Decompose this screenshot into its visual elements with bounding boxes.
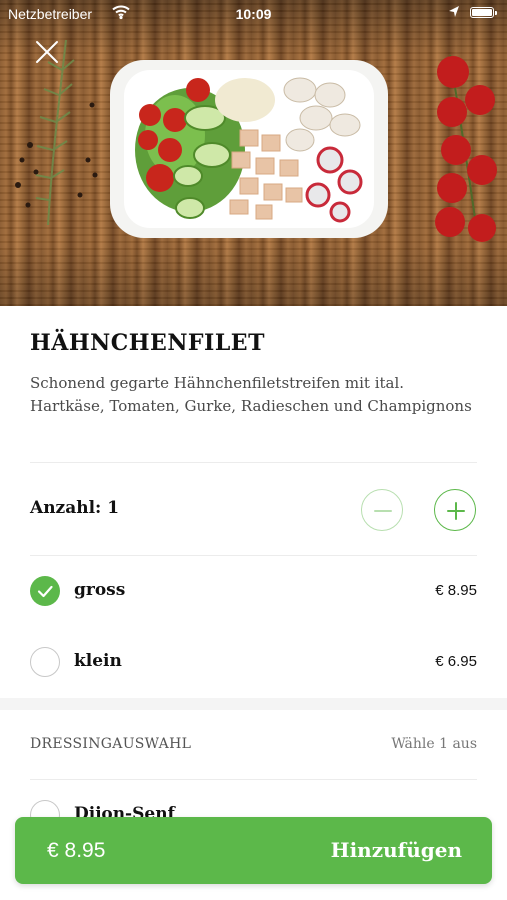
- status-bar: Netzbetreiber 10:09: [0, 0, 507, 28]
- close-icon: [36, 41, 58, 63]
- plus-icon: [447, 502, 465, 520]
- section-separator: [0, 698, 507, 710]
- size-option-klein[interactable]: klein € 6.95: [30, 642, 477, 682]
- salad-illustration: [15, 39, 497, 242]
- product-title: HÄHNCHENFILET: [30, 330, 265, 356]
- product-description: Schonend gegarte Hähnchenfiletstreifen m…: [30, 374, 472, 415]
- location-arrow-icon: [448, 5, 460, 22]
- divider: [30, 462, 477, 463]
- size-option-label: klein: [74, 651, 122, 671]
- increase-quantity-button[interactable]: [434, 489, 476, 531]
- radio-unchecked[interactable]: [30, 647, 60, 677]
- check-icon: [37, 585, 53, 598]
- dressing-section-hint: Wähle 1 aus: [391, 736, 477, 752]
- quantity-label: Anzahl: 1: [30, 498, 120, 518]
- divider: [30, 555, 477, 556]
- size-option-label: gross: [74, 580, 126, 600]
- minus-icon: [374, 510, 392, 512]
- cta-label: Hinzufügen: [330, 838, 462, 862]
- decrease-quantity-button[interactable]: [361, 489, 403, 531]
- size-option-gross[interactable]: gross € 8.95: [30, 571, 477, 611]
- add-to-cart-button[interactable]: € 8.95 Hinzufügen: [15, 817, 492, 884]
- size-option-price: € 6.95: [435, 653, 477, 670]
- product-image: Netzbetreiber 10:09: [0, 0, 507, 306]
- battery-icon: [470, 7, 497, 18]
- size-option-price: € 8.95: [435, 582, 477, 599]
- radio-checked[interactable]: [30, 576, 60, 606]
- cta-price: € 8.95: [47, 839, 106, 862]
- clock: 10:09: [235, 6, 272, 22]
- close-button[interactable]: [33, 38, 61, 66]
- divider: [30, 779, 477, 780]
- dressing-section-title: DRESSINGAUSWAHL: [30, 736, 192, 752]
